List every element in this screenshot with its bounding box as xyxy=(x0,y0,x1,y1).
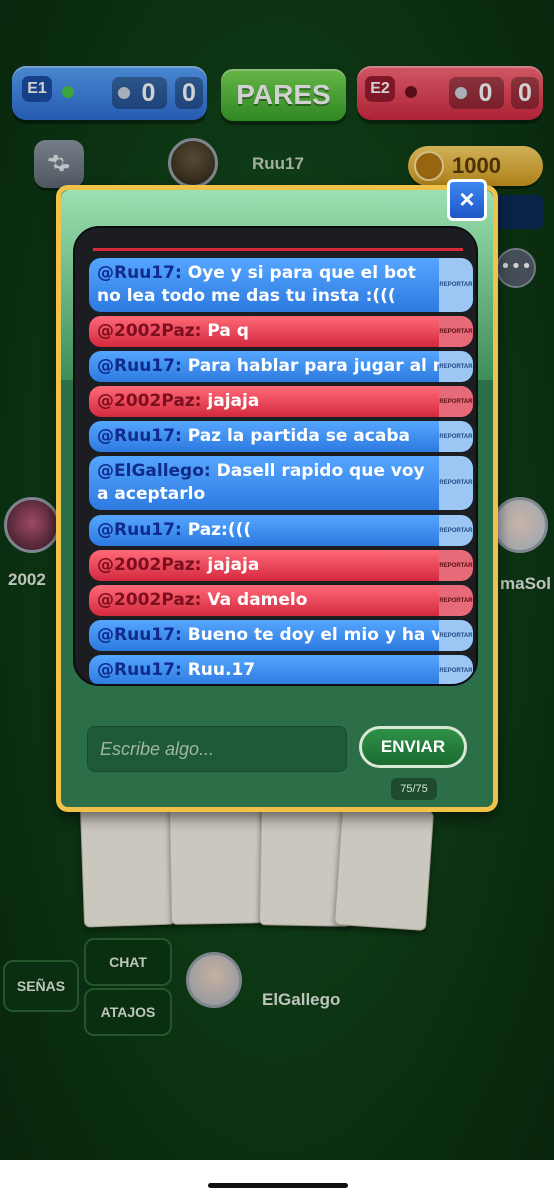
message-user: @Ruu17: xyxy=(97,426,182,446)
chat-message: @Ruu17: Para hablar para jugar al mus :/… xyxy=(89,351,473,382)
report-button[interactable]: REPORTAR xyxy=(439,550,473,581)
chat-message: @Ruu17: Bueno te doy el mio y ha vesssss… xyxy=(89,620,473,651)
character-counter: 75/75 xyxy=(391,778,437,800)
report-button[interactable]: REPORTAR xyxy=(439,585,473,616)
report-button[interactable]: REPORTAR xyxy=(439,515,473,546)
message-text: Paz la partida se acaba xyxy=(187,426,410,446)
message-user: @Ruu17: xyxy=(97,520,182,540)
message-user: @2002Paz: xyxy=(97,555,202,575)
message-user: @2002Paz: xyxy=(97,321,202,341)
message-user: @Ruu17: xyxy=(97,356,182,376)
divider xyxy=(93,248,463,251)
message-user: @Ruu17: xyxy=(97,625,182,645)
message-text: jajaja xyxy=(207,555,260,575)
chat-message-list[interactable]: @Ruu17: Oye y si para que el bot no lea … xyxy=(73,226,478,686)
message-text: Bueno te doy el mio y ha vesssss xyxy=(187,625,473,645)
message-user: @2002Paz: xyxy=(97,391,202,411)
chat-message: @Ruu17: Paz:((( REPORTAR xyxy=(89,515,473,546)
report-button[interactable]: REPORTAR xyxy=(439,351,473,382)
report-button[interactable]: REPORTAR xyxy=(439,655,473,684)
report-button[interactable]: REPORTAR xyxy=(439,316,473,347)
close-icon: × xyxy=(459,184,475,214)
message-text: Paz:((( xyxy=(187,520,252,540)
message-text: Para hablar para jugar al mus :/ xyxy=(187,356,473,376)
message-user: @Ruu17: xyxy=(97,660,182,680)
message-text: Pa q xyxy=(207,321,249,341)
message-text: Va damelo xyxy=(207,590,308,610)
report-button[interactable]: REPORTAR xyxy=(439,421,473,452)
report-button[interactable]: REPORTAR xyxy=(439,258,473,312)
report-button[interactable]: REPORTAR xyxy=(439,456,473,510)
chat-input[interactable]: Escribe algo... xyxy=(87,726,347,772)
chat-message: @2002Paz: jajaja REPORTAR xyxy=(89,550,473,581)
chat-message: @2002Paz: Va damelo REPORTAR xyxy=(89,585,473,616)
message-user: @ElGallego: xyxy=(97,461,211,481)
chat-message: @2002Paz: jajaja REPORTAR xyxy=(89,386,473,417)
send-button[interactable]: ENVIAR xyxy=(359,726,467,768)
chat-modal: × @Ruu17: Oye y si para que el bot no le… xyxy=(56,179,498,812)
message-user: @2002Paz: xyxy=(97,590,202,610)
report-button[interactable]: REPORTAR xyxy=(439,620,473,651)
report-button[interactable]: REPORTAR xyxy=(439,386,473,417)
chat-message: @Ruu17: Ruu.17 REPORTAR xyxy=(89,655,473,684)
system-bar xyxy=(0,1160,554,1200)
chat-message: @ElGallego: Dasell rapido que voy a acep… xyxy=(89,456,473,510)
chat-message: @Ruu17: Oye y si para que el bot no lea … xyxy=(89,258,473,312)
home-indicator[interactable] xyxy=(208,1183,348,1188)
close-button[interactable]: × xyxy=(447,179,487,221)
message-user: @Ruu17: xyxy=(97,263,182,283)
message-text: Ruu.17 xyxy=(187,660,256,680)
chat-message: @Ruu17: Paz la partida se acaba REPORTAR xyxy=(89,421,473,452)
message-text: jajaja xyxy=(207,391,260,411)
chat-message: @2002Paz: Pa q REPORTAR xyxy=(89,316,473,347)
